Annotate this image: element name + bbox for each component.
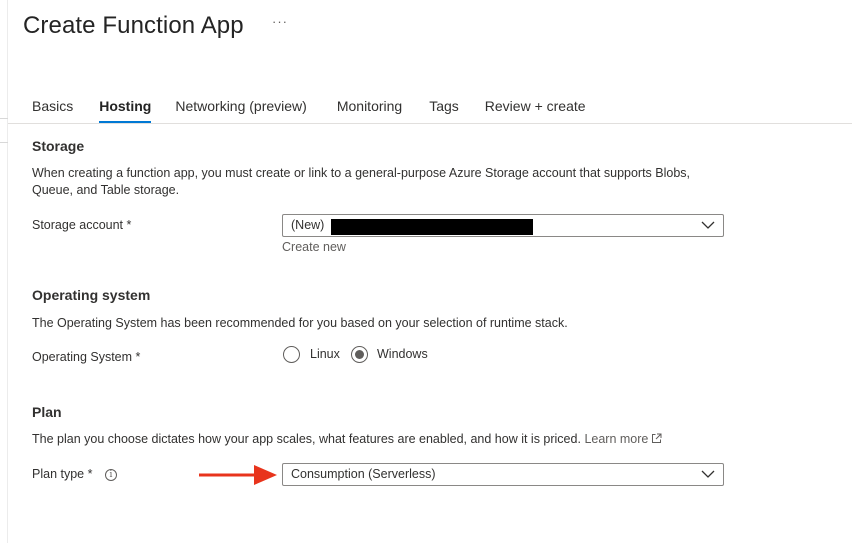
learn-more-label: Learn more xyxy=(584,432,649,446)
info-icon[interactable]: i xyxy=(105,469,117,481)
tab-bar: Basics Hosting Networking (preview) Moni… xyxy=(32,97,586,123)
plan-type-label: Plan type * xyxy=(32,467,93,481)
chevron-down-icon xyxy=(701,470,715,478)
more-options-button[interactable]: ··· xyxy=(272,14,288,29)
learn-more-link[interactable]: Learn more xyxy=(584,432,662,446)
chevron-down-icon xyxy=(701,221,715,229)
tab-divider xyxy=(8,123,852,124)
os-radio-linux-label: Linux xyxy=(310,347,340,361)
external-link-icon xyxy=(652,433,662,443)
page-title: Create Function App xyxy=(23,12,244,39)
os-label: Operating System * xyxy=(32,350,141,364)
left-panel-edge xyxy=(0,0,8,543)
tab-networking[interactable]: Networking (preview) xyxy=(175,97,306,123)
left-edge-tick xyxy=(0,142,8,143)
plan-type-dropdown[interactable]: Consumption (Serverless) xyxy=(282,463,724,486)
storage-heading: Storage xyxy=(32,138,85,154)
os-heading: Operating system xyxy=(32,287,151,303)
tab-hosting[interactable]: Hosting xyxy=(99,97,152,123)
red-arrow-annotation xyxy=(199,465,277,485)
left-edge-tick xyxy=(0,118,8,119)
plan-description-line: The plan you choose dictates how your ap… xyxy=(32,431,732,448)
redacted-account-name xyxy=(331,219,533,235)
storage-account-label: Storage account * xyxy=(32,218,132,232)
tab-basics[interactable]: Basics xyxy=(32,97,73,123)
storage-account-value: (New) xyxy=(291,218,325,232)
storage-account-dropdown[interactable]: (New) xyxy=(282,214,724,237)
tab-monitoring[interactable]: Monitoring xyxy=(337,97,402,123)
plan-heading: Plan xyxy=(32,404,62,420)
os-radio-windows[interactable] xyxy=(351,346,368,363)
plan-type-value: Consumption (Serverless) xyxy=(291,467,436,481)
storage-description: When creating a function app, you must c… xyxy=(32,166,691,197)
os-radio-windows-label: Windows xyxy=(377,347,428,361)
create-new-link[interactable]: Create new xyxy=(282,240,346,254)
plan-description: The plan you choose dictates how your ap… xyxy=(32,432,581,446)
os-description: The Operating System has been recommende… xyxy=(32,316,568,330)
tab-review-create[interactable]: Review + create xyxy=(485,97,586,123)
os-radio-linux[interactable] xyxy=(283,346,300,363)
tab-tags[interactable]: Tags xyxy=(429,97,459,123)
